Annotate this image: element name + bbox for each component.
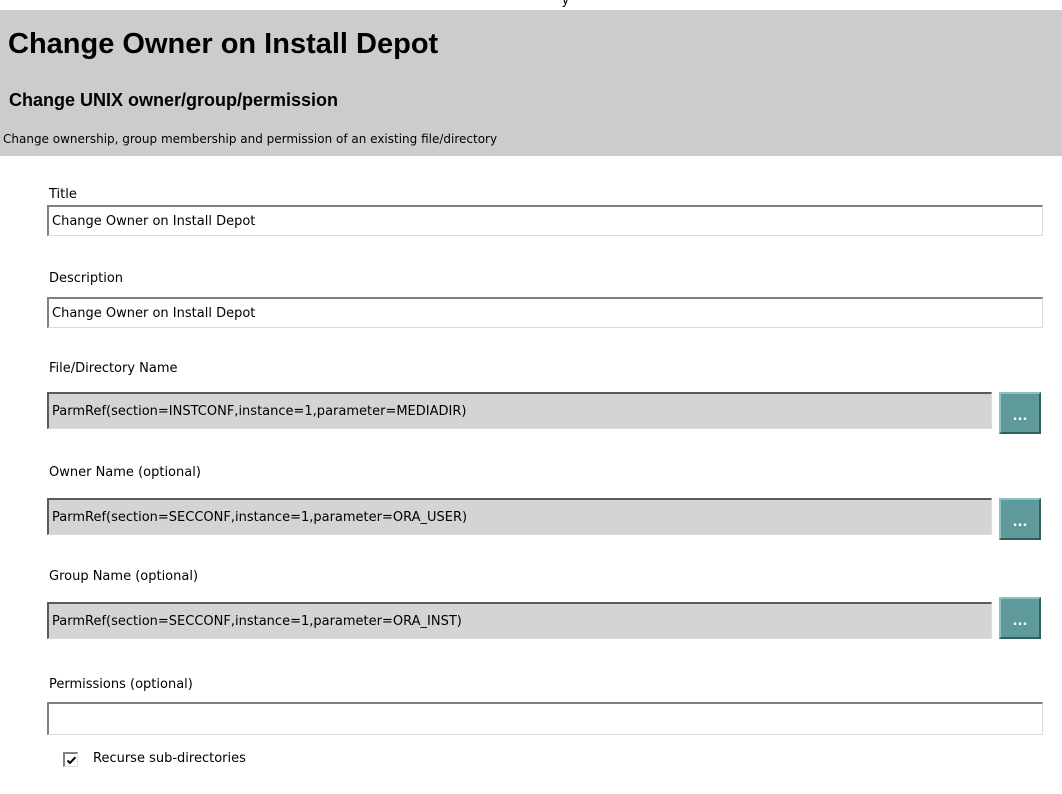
ellipsis-icon: ... xyxy=(1012,514,1028,530)
owner-name-field[interactable]: ParmRef(section=SECCONF,instance=1,param… xyxy=(47,498,992,535)
file-directory-browse-button[interactable]: ... xyxy=(999,392,1041,434)
owner-name-browse-button[interactable]: ... xyxy=(999,498,1041,540)
group-name-field-value: ParmRef(section=SECCONF,instance=1,param… xyxy=(52,613,462,629)
ellipsis-icon: ... xyxy=(1012,613,1028,629)
title-field-value: Change Owner on Install Depot xyxy=(52,213,256,229)
top-strip-text: y xyxy=(562,0,569,7)
description-label: Description xyxy=(49,271,124,286)
ellipsis-icon: ... xyxy=(1012,408,1028,424)
title-field[interactable]: Change Owner on Install Depot xyxy=(47,205,1043,236)
description-field[interactable]: Change Owner on Install Depot xyxy=(47,297,1043,328)
top-strip: y xyxy=(0,0,1062,10)
permissions-label: Permissions (optional) xyxy=(49,677,193,692)
page-title: Change Owner on Install Depot xyxy=(8,28,439,60)
page-description: Change ownership, group membership and p… xyxy=(3,132,498,146)
group-name-browse-button[interactable]: ... xyxy=(999,597,1041,639)
recurse-checkbox-label[interactable]: Recurse sub-directories xyxy=(93,750,246,768)
owner-name-label: Owner Name (optional) xyxy=(49,465,201,480)
description-field-value: Change Owner on Install Depot xyxy=(52,305,256,321)
file-directory-field[interactable]: ParmRef(section=INSTCONF,instance=1,para… xyxy=(47,392,992,429)
group-name-label: Group Name (optional) xyxy=(49,569,199,584)
recurse-checkbox[interactable] xyxy=(63,752,78,767)
checkmark-icon xyxy=(66,756,77,765)
title-label: Title xyxy=(49,187,77,202)
group-name-field[interactable]: ParmRef(section=SECCONF,instance=1,param… xyxy=(47,602,992,639)
owner-name-field-value: ParmRef(section=SECCONF,instance=1,param… xyxy=(52,509,468,525)
file-directory-label: File/Directory Name xyxy=(49,361,178,376)
file-directory-field-value: ParmRef(section=INSTCONF,instance=1,para… xyxy=(52,403,467,419)
page-subtitle: Change UNIX owner/group/permission xyxy=(9,90,339,110)
permissions-field[interactable] xyxy=(47,702,1043,735)
